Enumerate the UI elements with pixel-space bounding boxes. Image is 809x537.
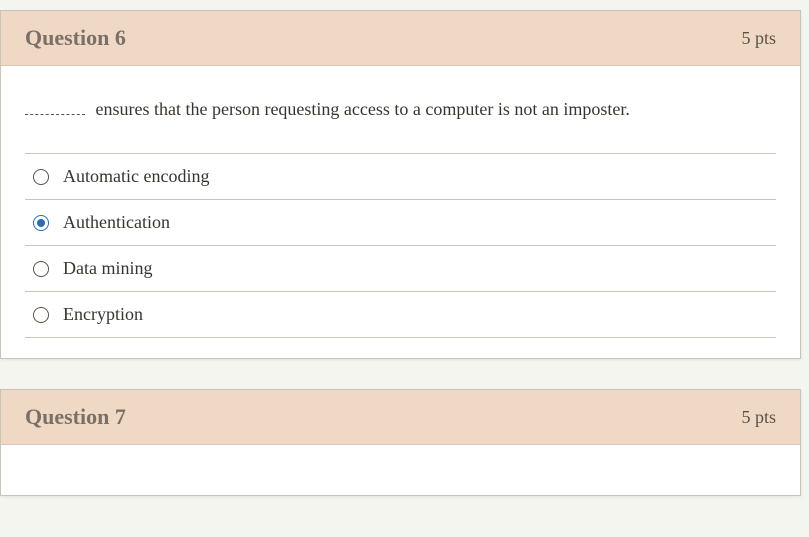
question-6-header: Question 6 5 pts <box>1 11 800 66</box>
option-authentication[interactable]: Authentication <box>25 199 776 245</box>
question-6-body: ensures that the person requesting acces… <box>1 66 800 358</box>
question-6-options: Automatic encoding Authentication Data m… <box>25 153 776 338</box>
radio-icon <box>33 215 49 231</box>
radio-icon <box>33 307 49 323</box>
question-6-title: Question 6 <box>25 25 126 51</box>
question-6-points: 5 pts <box>741 28 776 49</box>
option-encryption[interactable]: Encryption <box>25 291 776 338</box>
question-6-prompt: ensures that the person requesting acces… <box>96 99 630 119</box>
option-label: Automatic encoding <box>63 166 209 187</box>
question-7-card: Question 7 5 pts <box>0 389 801 496</box>
option-automatic-encoding[interactable]: Automatic encoding <box>25 153 776 199</box>
fill-blank <box>25 114 85 115</box>
question-7-header: Question 7 5 pts <box>1 390 800 445</box>
question-6-text: ensures that the person requesting acces… <box>25 96 776 123</box>
option-label: Authentication <box>63 212 170 233</box>
radio-icon <box>33 169 49 185</box>
option-label: Data mining <box>63 258 152 279</box>
option-data-mining[interactable]: Data mining <box>25 245 776 291</box>
question-7-body <box>1 445 800 495</box>
question-6-card: Question 6 5 pts ensures that the person… <box>0 10 801 359</box>
question-7-points: 5 pts <box>741 407 776 428</box>
question-7-title: Question 7 <box>25 404 126 430</box>
radio-icon <box>33 261 49 277</box>
option-label: Encryption <box>63 304 143 325</box>
